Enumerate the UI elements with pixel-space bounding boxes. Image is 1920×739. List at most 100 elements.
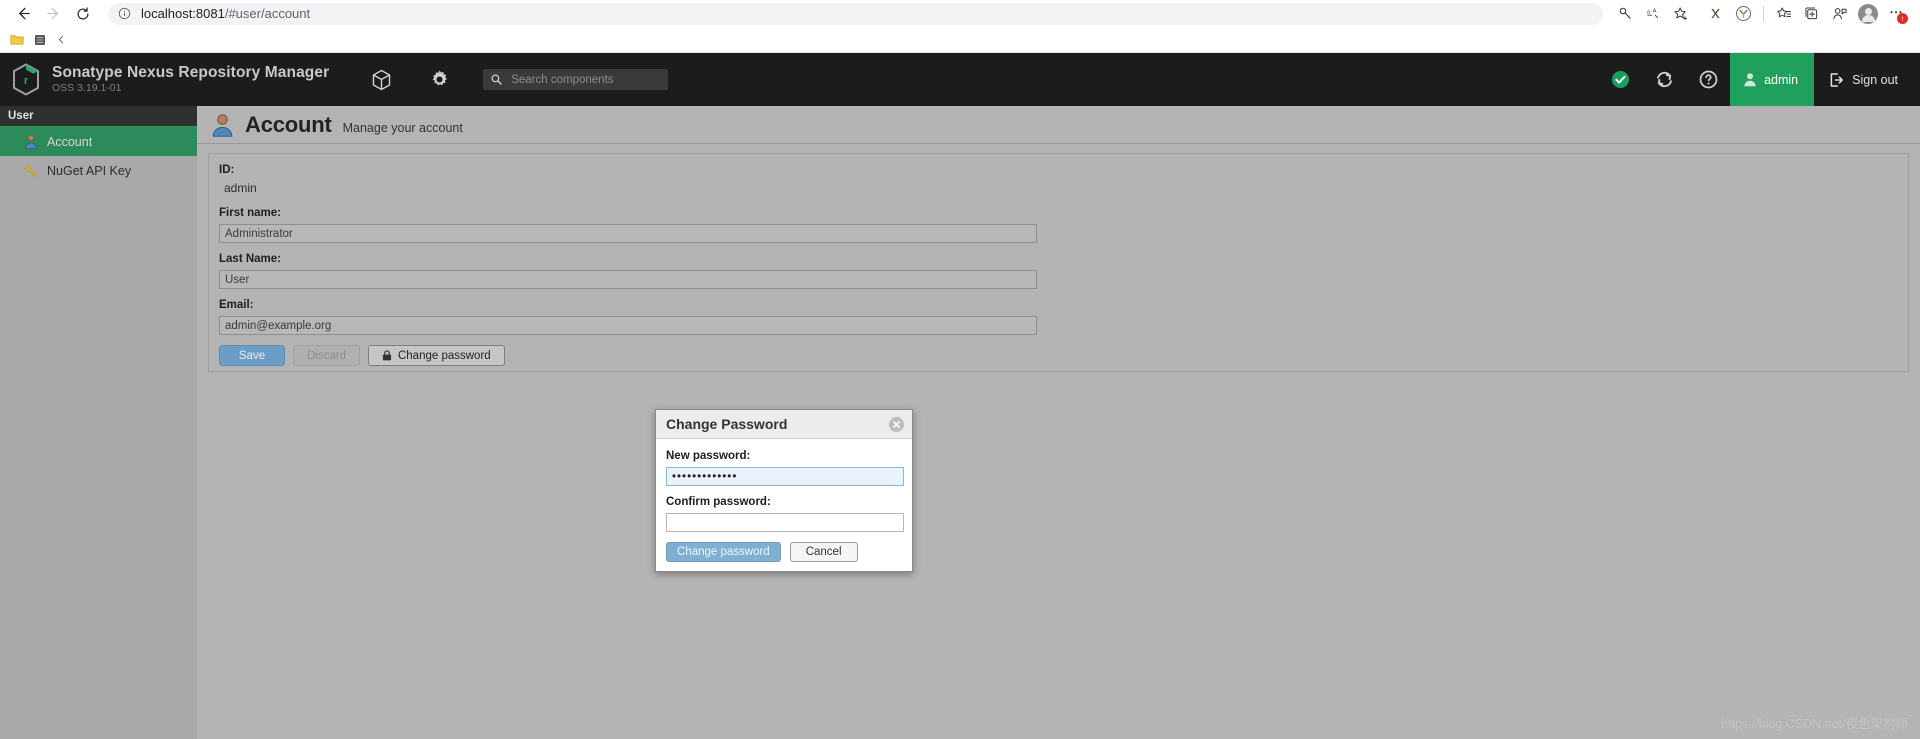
browse-cube-icon[interactable]	[369, 68, 393, 92]
first-name-input[interactable]	[219, 224, 1037, 243]
email-input[interactable]	[219, 316, 1037, 335]
lock-icon	[382, 350, 392, 361]
svg-text:A: A	[1652, 9, 1656, 15]
browser-toolbar-icons: a A ↑	[1611, 2, 1910, 26]
last-name-input[interactable]	[219, 270, 1037, 289]
info-circle-icon[interactable]	[118, 7, 131, 20]
search-icon	[491, 74, 502, 85]
chevron-left-icon	[58, 35, 64, 44]
page-header: Account Manage your account	[197, 106, 1920, 144]
search-input[interactable]	[509, 72, 661, 87]
change-password-dialog: Change Password New password: Confirm pa…	[655, 409, 913, 572]
bookmarks-bar	[0, 27, 1920, 53]
close-circle-icon[interactable]	[889, 416, 904, 432]
user-menu-label: admin	[1764, 72, 1799, 87]
tab-group-add-icon[interactable]	[1798, 2, 1826, 26]
dialog-change-password-button[interactable]: Change password	[666, 542, 781, 562]
change-password-button[interactable]: Change password	[367, 345, 505, 366]
arrow-left-icon	[18, 7, 30, 20]
last-name-label: Last Name:	[219, 253, 281, 265]
extension-x-icon[interactable]	[1701, 2, 1729, 26]
nexus-logo-icon[interactable]: r	[10, 63, 42, 97]
bookmarks-overflow[interactable]	[56, 34, 66, 45]
key-icon[interactable]	[1611, 2, 1639, 26]
sign-out-label: Sign out	[1852, 72, 1898, 87]
dialog-cancel-button[interactable]: Cancel	[789, 542, 858, 562]
url-host: localhost:8081	[141, 6, 225, 21]
url-path: /#user/account	[224, 6, 311, 21]
sign-out-icon	[1828, 72, 1844, 88]
id-label: ID:	[219, 164, 235, 176]
toolbar-divider	[1763, 5, 1764, 22]
reload-button[interactable]	[68, 2, 98, 26]
new-password-label: New password:	[666, 450, 751, 462]
profile-avatar-icon[interactable]	[1854, 2, 1882, 26]
translate-icon[interactable]: a A	[1639, 2, 1667, 26]
nexus-header-nav-icons	[369, 68, 451, 92]
browser-update-badge: ↑	[1897, 12, 1908, 24]
back-button[interactable]	[8, 2, 38, 26]
new-password-input[interactable]	[666, 467, 904, 486]
nexus-brand: Sonatype Nexus Repository Manager OSS 3.…	[52, 63, 330, 95]
browser-menu-icon[interactable]: ↑	[1882, 2, 1910, 26]
sidebar: User Account NuGet API Key	[0, 106, 197, 739]
nexus-brand-version: OSS 3.19.1-01	[52, 82, 122, 95]
sidebar-item-account[interactable]: Account	[0, 126, 197, 156]
browser-navigation-bar: localhost:8081/#user/account a A ↑	[0, 0, 1920, 27]
profile-share-icon[interactable]	[1826, 2, 1854, 26]
key-icon	[23, 164, 38, 179]
nexus-search-box[interactable]	[483, 69, 669, 90]
page-title: Account	[245, 111, 332, 137]
email-label: Email:	[219, 299, 254, 311]
collections-star-icon[interactable]	[1770, 2, 1798, 26]
watermark: https://blog.CSDN.net/夜色架构师	[1721, 717, 1908, 731]
confirm-password-label: Confirm password:	[666, 496, 771, 508]
omnibox-actions: a A	[1611, 2, 1695, 26]
settings-gear-icon[interactable]	[427, 68, 451, 92]
sidebar-section-title: User	[0, 106, 197, 126]
bookmark-folder[interactable]	[10, 33, 24, 46]
forward-button[interactable]	[38, 2, 68, 26]
sidebar-item-label: Account	[47, 134, 93, 149]
user-account-icon	[210, 113, 234, 137]
discard-button[interactable]: Discard	[293, 345, 360, 366]
app-icon	[35, 34, 45, 45]
user-menu-button[interactable]: admin	[1730, 53, 1815, 106]
svg-text:a: a	[1646, 10, 1650, 16]
bookmark-star-add-icon[interactable]	[1667, 2, 1695, 26]
nexus-header: r Sonatype Nexus Repository Manager OSS …	[0, 53, 1920, 106]
status-ok-check-icon[interactable]	[1598, 53, 1642, 106]
dialog-header: Change Password	[656, 410, 912, 439]
yandex-extension-icon[interactable]	[1729, 2, 1757, 26]
first-name-label: First name:	[219, 207, 281, 219]
browser-chrome: localhost:8081/#user/account a A ↑	[0, 0, 1920, 53]
confirm-password-input[interactable]	[666, 513, 904, 532]
address-bar[interactable]: localhost:8081/#user/account	[108, 2, 1603, 25]
folder-icon	[10, 35, 24, 45]
account-form-panel: ID: admin First name: Last Name: Email: …	[208, 153, 1909, 372]
arrow-right-icon	[46, 7, 58, 20]
form-button-row: Save Discard Change password	[219, 345, 1898, 366]
nexus-body: User Account NuGet API Key Account Manag…	[0, 106, 1920, 739]
nexus-application: r Sonatype Nexus Repository Manager OSS …	[0, 53, 1920, 739]
dialog-body: New password: Confirm password: Change p…	[656, 439, 912, 571]
page-subtitle: Manage your account	[342, 120, 463, 135]
reload-icon	[77, 6, 89, 20]
save-button[interactable]: Save	[219, 345, 285, 366]
dialog-button-row: Change password Cancel	[666, 542, 902, 562]
nexus-brand-title: Sonatype Nexus Repository Manager	[52, 63, 330, 81]
main-content: Account Manage your account ID: admin Fi…	[197, 106, 1920, 739]
sign-out-button[interactable]: Sign out	[1814, 53, 1920, 106]
refresh-icon[interactable]	[1642, 53, 1686, 106]
user-avatar-icon	[1743, 72, 1757, 87]
bookmark-app[interactable]	[34, 34, 46, 46]
user-account-icon	[23, 134, 38, 149]
nexus-header-right: admin Sign out	[1598, 53, 1920, 106]
dialog-title: Change Password	[666, 416, 788, 432]
sidebar-item-nuget-api-key[interactable]: NuGet API Key	[0, 156, 197, 186]
svg-text:r: r	[24, 75, 29, 87]
address-bar-url: localhost:8081/#user/account	[141, 6, 310, 21]
change-password-button-label: Change password	[397, 349, 491, 362]
sidebar-item-label: NuGet API Key	[47, 164, 132, 178]
help-question-icon[interactable]	[1686, 53, 1730, 106]
